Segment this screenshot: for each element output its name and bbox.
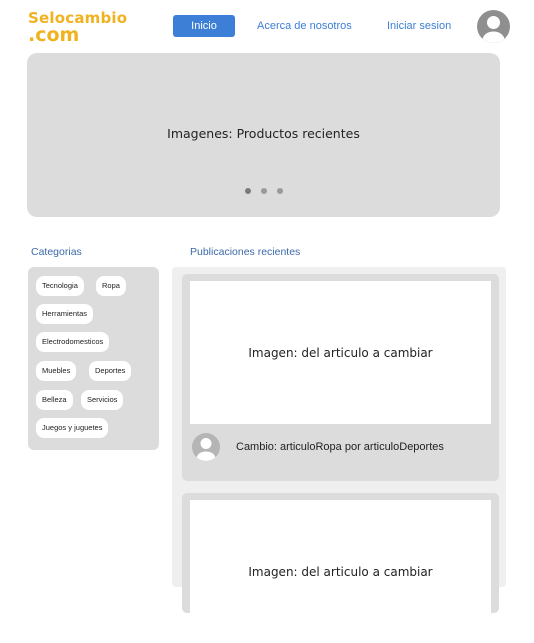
- categories-title: Categorias: [31, 246, 82, 258]
- publisher-avatar-icon[interactable]: [192, 433, 220, 461]
- publication-card[interactable]: Imagen: del articulo a cambiar: [182, 493, 499, 643]
- publications-title: Publicaciones recientes: [190, 246, 301, 258]
- publication-caption: Cambio: articuloRopa por articuloDeporte…: [236, 441, 444, 453]
- publications-panel: Imagen: del articulo a cambiar Cambio: a…: [172, 267, 506, 643]
- categories-panel: Tecnologia Ropa Herramientas Electrodome…: [28, 267, 159, 450]
- nav-login-link[interactable]: Iniciar sesion: [387, 15, 451, 37]
- publication-image[interactable]: Imagen: del articulo a cambiar: [190, 281, 491, 424]
- publication-image-text: Imagen: del articulo a cambiar: [248, 346, 433, 360]
- category-chip-deportes[interactable]: Deportes: [89, 361, 132, 381]
- category-chip-muebles[interactable]: Muebles: [36, 361, 77, 381]
- category-chip-herramientas[interactable]: Herramientas: [36, 304, 94, 324]
- publication-card[interactable]: Imagen: del articulo a cambiar Cambio: a…: [182, 274, 499, 481]
- hero-carousel[interactable]: Imagenes: Productos recientes: [27, 53, 500, 217]
- category-chip-ropa[interactable]: Ropa: [96, 276, 126, 296]
- carousel-dot-1[interactable]: [244, 188, 251, 194]
- nav-acerca-link[interactable]: Acerca de nosotros: [257, 15, 352, 37]
- carousel-dot-3[interactable]: [276, 188, 283, 194]
- hero-image-placeholder-text: Imagenes: Productos recientes: [167, 126, 360, 141]
- category-chip-belleza[interactable]: Belleza: [36, 390, 73, 410]
- publication-image-text: Imagen: del articulo a cambiar: [248, 565, 433, 579]
- carousel-dot-2[interactable]: [260, 188, 267, 194]
- user-silhouette-icon: [196, 438, 216, 461]
- category-chip-electrodomesticos[interactable]: Electrodomesticos: [36, 332, 110, 352]
- user-avatar-icon[interactable]: [477, 10, 510, 43]
- nav-inicio-button[interactable]: Inicio: [173, 15, 235, 37]
- category-chip-tecnologia[interactable]: Tecnologia: [36, 276, 84, 296]
- category-chip-servicios[interactable]: Servicios: [81, 390, 124, 410]
- site-logo[interactable]: Selocambio .com: [28, 10, 127, 46]
- user-silhouette-icon: [482, 16, 505, 43]
- publication-image[interactable]: Imagen: del articulo a cambiar: [190, 500, 491, 643]
- logo-line-2: .com: [28, 24, 80, 46]
- carousel-dots: [27, 188, 500, 194]
- category-chip-juegos-y-juguetes[interactable]: Juegos y juguetes: [36, 418, 109, 438]
